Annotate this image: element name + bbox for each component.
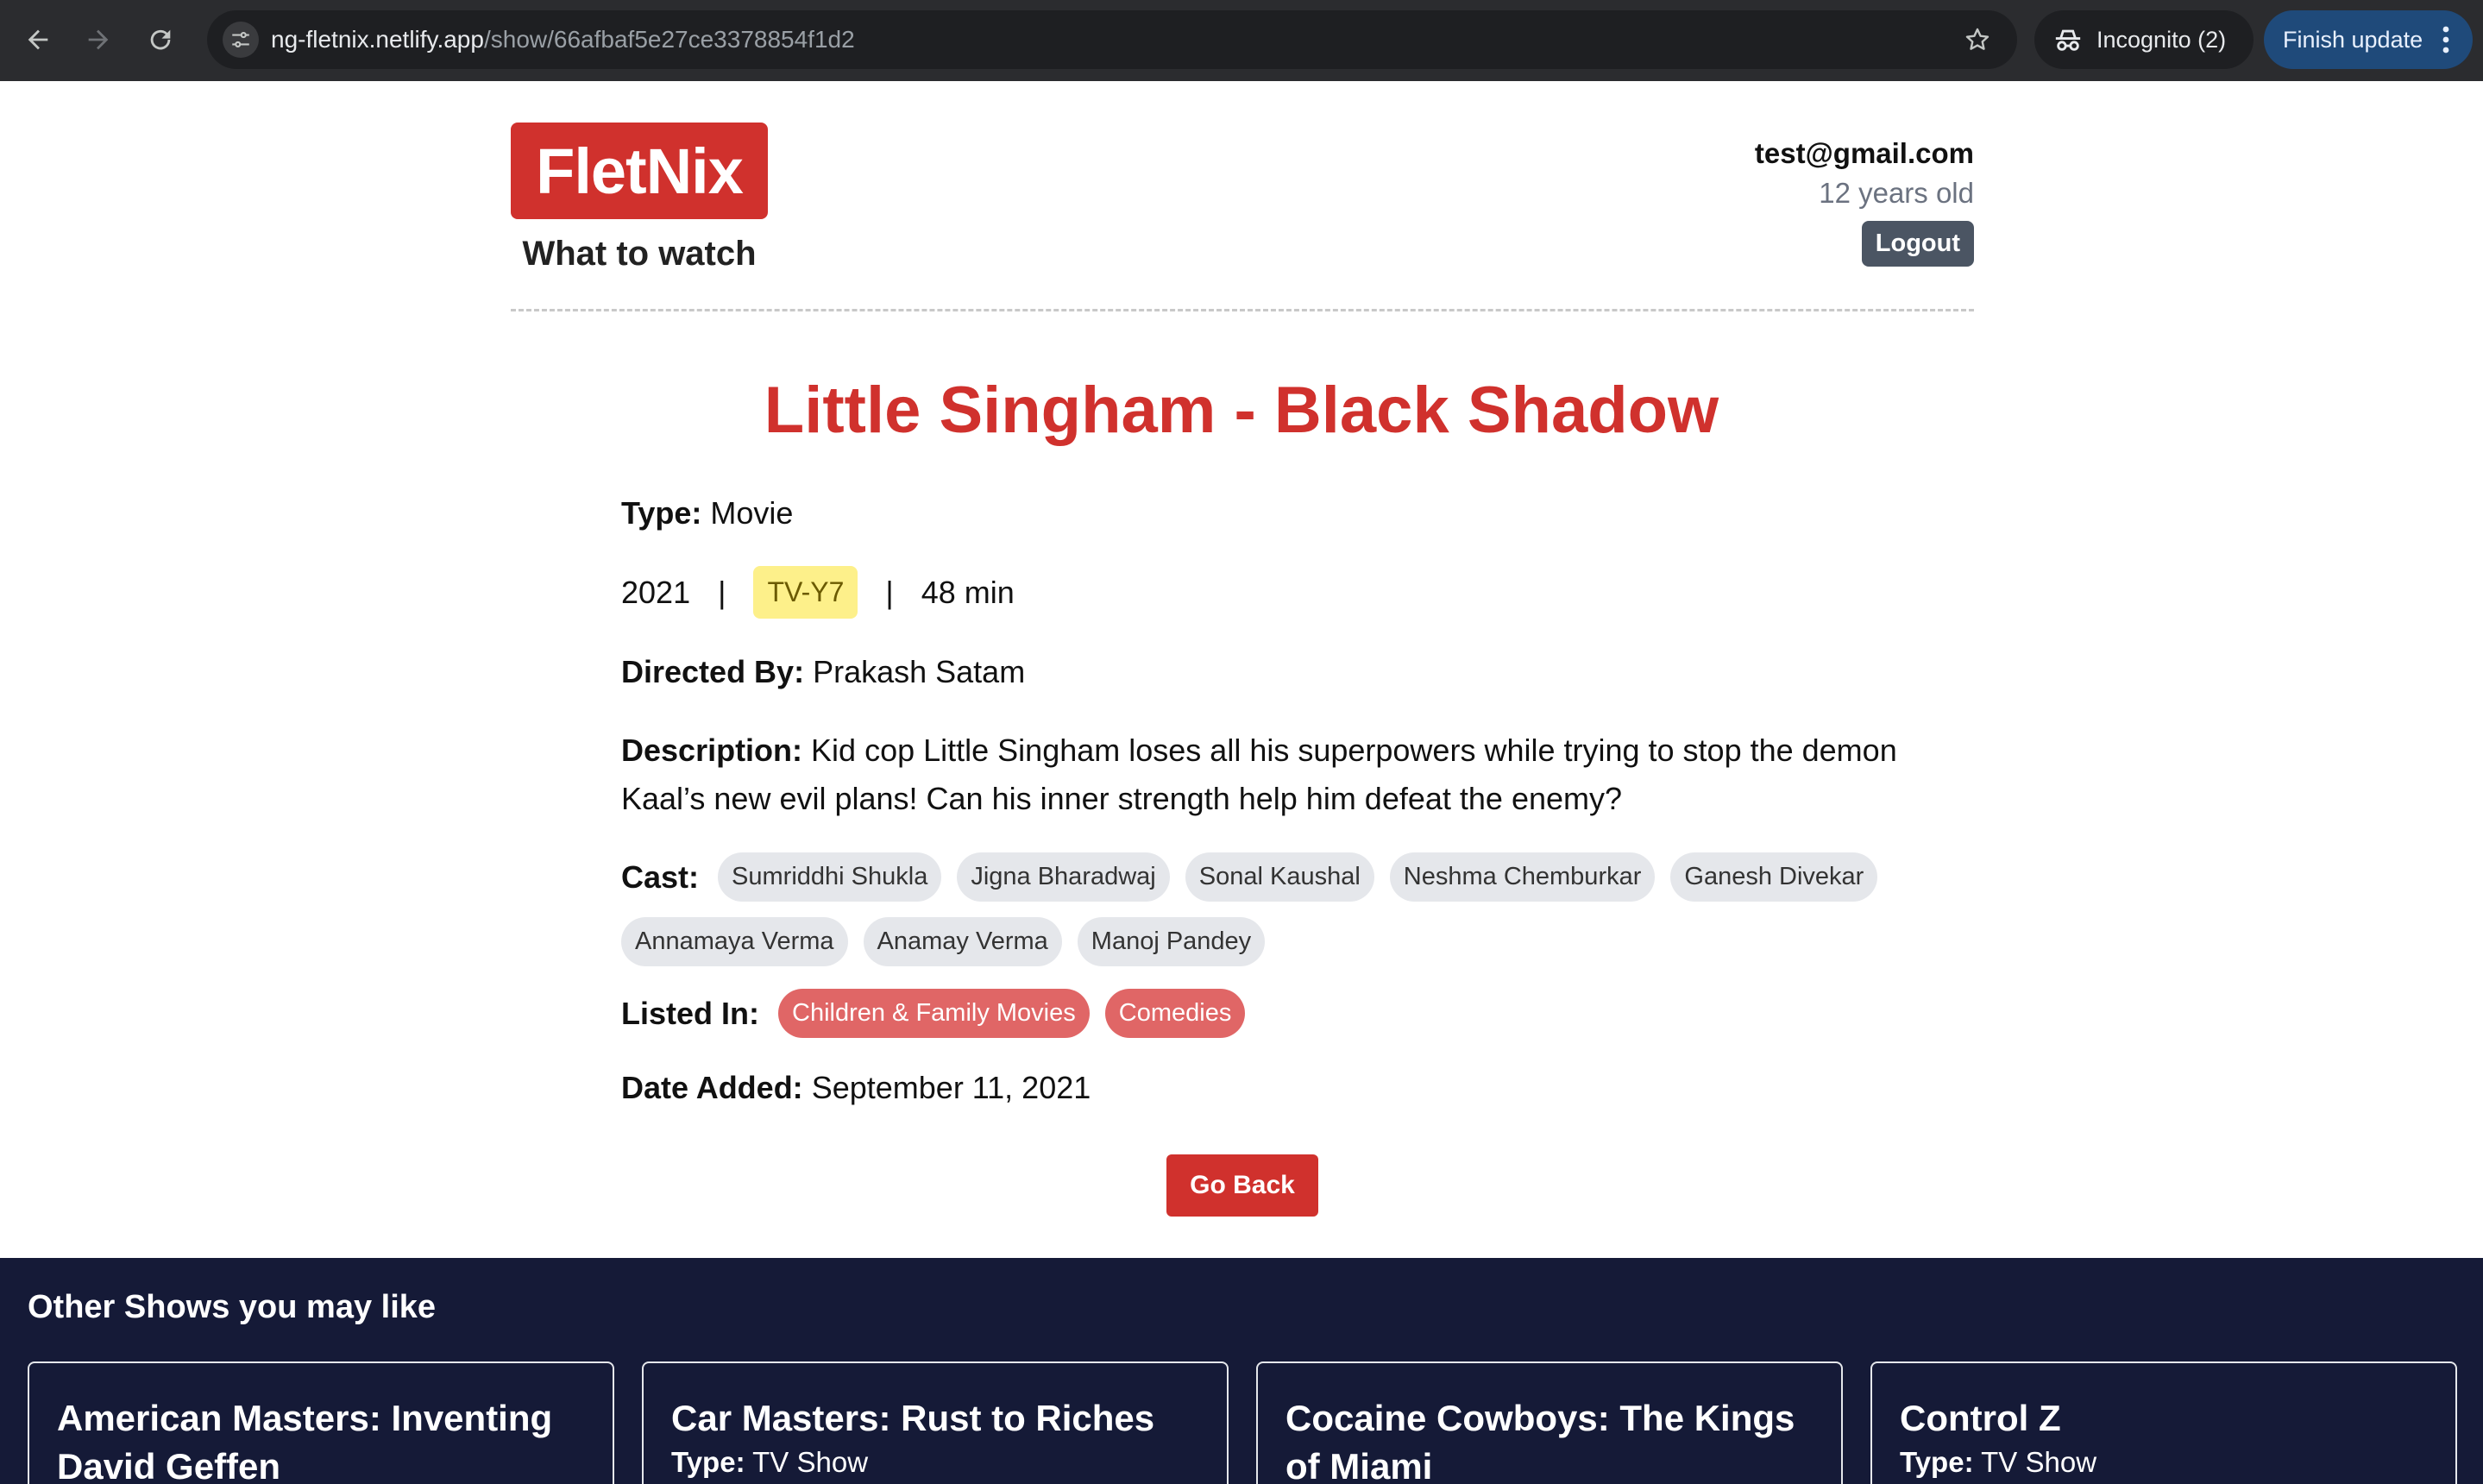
url-path: /show/66afbaf5e27ce3378854f1d2 <box>483 26 855 53</box>
show-duration: 48 min <box>921 574 1015 610</box>
tagline: What to watch <box>522 235 757 273</box>
show-card[interactable]: American Masters: Inventing David Geffen <box>28 1361 614 1484</box>
url-host: ng-fletnix.netlify.app <box>271 26 484 53</box>
card-type-value: TV Show <box>1981 1446 2097 1478</box>
fletnix-logo[interactable]: FletNix <box>511 123 768 219</box>
cast-chip[interactable]: Ganesh Divekar <box>1670 852 1878 902</box>
user-age: 12 years old <box>1819 177 1974 209</box>
url-text: ng-fletnix.netlify.app/show/66afbaf5e27c… <box>271 24 855 55</box>
site-settings-icon[interactable] <box>223 22 259 58</box>
cast-row: Cast: Sumriddhi Shukla Jigna Bharadwaj S… <box>621 852 1898 966</box>
browser-toolbar: ng-fletnix.netlify.app/show/66afbaf5e27c… <box>0 0 2483 81</box>
show-meta-row: 2021 | TV-Y7 | 48 min <box>621 566 1898 619</box>
show-card[interactable]: Cocaine Cowboys: The Kings of Miami <box>1256 1361 1843 1484</box>
incognito-label: Incognito (2) <box>2096 26 2227 53</box>
genre-chip[interactable]: Comedies <box>1104 989 1246 1038</box>
cast-chip[interactable]: Jigna Bharadwaj <box>957 852 1170 902</box>
show-card-title: Cocaine Cowboys: The Kings of Miami <box>1286 1398 1795 1484</box>
cast-chip[interactable]: Manoj Pandey <box>1077 917 1266 966</box>
director-row: Directed By: Prakash Satam <box>621 654 1898 690</box>
cast-chip[interactable]: Sumriddhi Shukla <box>718 852 942 902</box>
cast-label: Cast: <box>621 858 700 895</box>
type-label: Type: <box>621 495 702 531</box>
header-divider <box>511 309 1974 311</box>
description-text: Kid cop Little Singham loses all his sup… <box>621 733 1897 816</box>
other-shows-section: Other Shows you may like American Master… <box>0 1258 2483 1484</box>
go-back-button[interactable]: Go Back <box>1166 1154 1318 1217</box>
date-added-label: Date Added: <box>621 1070 803 1105</box>
forward-arrow-icon[interactable] <box>76 17 121 62</box>
reload-icon[interactable] <box>138 17 183 62</box>
bookmark-star-icon[interactable] <box>1960 22 1995 57</box>
show-card-type: Type: TV Show <box>671 1443 1199 1482</box>
listed-in-row: Listed In: Children & Family Movies Come… <box>621 989 1898 1038</box>
show-type: Movie <box>710 495 794 531</box>
date-added-value: September 11, 2021 <box>811 1070 1091 1105</box>
more-vert-icon[interactable] <box>2442 26 2450 53</box>
user-info: test@gmail.com 12 years old Logout <box>1755 135 1974 267</box>
cast-chip[interactable]: Annamaya Verma <box>621 917 848 966</box>
card-type-label: Type: <box>1900 1446 1974 1478</box>
other-shows-title: Other Shows you may like <box>28 1289 437 1325</box>
genre-chip[interactable]: Children & Family Movies <box>778 989 1090 1038</box>
card-type-label: Type: <box>671 1446 745 1478</box>
meta-separator: | <box>885 574 894 610</box>
incognito-icon <box>2055 29 2081 51</box>
incognito-indicator[interactable]: Incognito (2) <box>2034 10 2254 69</box>
show-card[interactable]: Control Z Type: TV Show <box>1870 1361 2457 1484</box>
finish-update-label: Finish update <box>2283 26 2423 53</box>
show-card-title: Control Z <box>1900 1398 2061 1438</box>
show-card-type: Type: TV Show <box>1900 1443 2428 1482</box>
logout-button[interactable]: Logout <box>1861 221 1974 267</box>
show-title: Little Singham - Black Shadow <box>764 374 1719 447</box>
show-type-row: Type: Movie <box>621 495 1898 531</box>
show-card-title: American Masters: Inventing David Geffen <box>57 1398 553 1484</box>
show-card[interactable]: Car Masters: Rust to Riches Type: TV Sho… <box>642 1361 1229 1484</box>
card-type-value: TV Show <box>752 1446 869 1478</box>
address-bar[interactable]: ng-fletnix.netlify.app/show/66afbaf5e27c… <box>207 10 2017 69</box>
cast-chip[interactable]: Anamay Verma <box>863 917 1062 966</box>
logo-text: FletNix <box>536 135 744 207</box>
rating-badge: TV-Y7 <box>753 566 858 619</box>
show-card-title: Car Masters: Rust to Riches <box>671 1398 1155 1438</box>
back-arrow-icon[interactable] <box>16 17 60 62</box>
date-added-row: Date Added: September 11, 2021 <box>621 1070 1898 1106</box>
director-label: Directed By: <box>621 654 805 689</box>
cast-chip[interactable]: Sonal Kaushal <box>1185 852 1374 902</box>
listed-in-label: Listed In: <box>621 995 759 1031</box>
show-year: 2021 <box>621 574 691 610</box>
finish-update-button[interactable]: Finish update <box>2264 10 2473 69</box>
meta-separator: | <box>718 574 726 610</box>
user-email: test@gmail.com <box>1754 137 1974 169</box>
description-label: Description: <box>621 733 803 768</box>
director-name: Prakash Satam <box>813 654 1026 689</box>
description-row: Description: Kid cop Little Singham lose… <box>621 726 1898 823</box>
cast-chip[interactable]: Neshma Chemburkar <box>1389 852 1656 902</box>
